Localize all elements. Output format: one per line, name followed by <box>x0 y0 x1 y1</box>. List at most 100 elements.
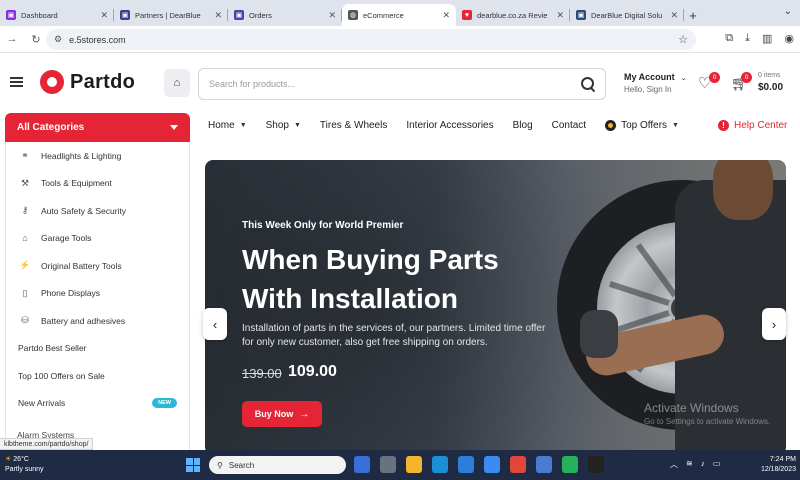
browser-tab[interactable]: ▣ Orders ✕ <box>228 4 342 26</box>
cart-items: 0 items <box>758 72 781 79</box>
edge-icon[interactable] <box>432 456 448 473</box>
product-search <box>198 68 606 100</box>
browser-tab[interactable]: ▣ Dashboard ✕ <box>0 4 114 26</box>
address-bar[interactable]: ⚙ e.5stores.com ☆ <box>46 29 696 50</box>
reload-icon[interactable]: ↻ <box>24 33 48 46</box>
back-icon[interactable]: → <box>0 33 24 45</box>
widgets-app-icon[interactable] <box>354 456 370 473</box>
nav-shop-label: Shop <box>265 120 289 131</box>
hamburger-menu-icon[interactable] <box>10 77 23 87</box>
wifi-icon[interactable]: ≋ <box>686 459 693 470</box>
tab-favicon-icon: ▣ <box>234 10 244 20</box>
tab-title: dearblue.co.za Revie <box>477 10 548 20</box>
all-categories-button[interactable]: All Categories <box>5 113 190 142</box>
activate-windows-subtext: Go to Settings to activate Windows. <box>644 417 771 426</box>
close-tab-icon[interactable]: ✕ <box>556 10 564 21</box>
new-tab-button[interactable]: + <box>684 4 702 26</box>
windows-taskbar: ☀ 26°C Partly sunny ⚲ Search ︿ ≋ ♪ ▭ 7:24… <box>0 450 800 480</box>
tab-search-icon[interactable]: ⌄ <box>784 6 792 17</box>
tray-overflow-icon[interactable]: ︿ <box>670 459 678 470</box>
close-tab-icon[interactable]: ✕ <box>442 10 450 21</box>
nav-tires-label: Tires & Wheels <box>319 120 388 131</box>
nav-home[interactable]: Home ▼ <box>208 120 247 131</box>
slider-prev-button[interactable]: ‹ <box>203 308 227 340</box>
browser-tab[interactable]: ♥ dearblue.co.za Revie ✕ <box>456 4 570 26</box>
tab-title: Partners | DearBlue <box>135 10 201 20</box>
nav-shop[interactable]: Shop ▼ <box>266 120 301 131</box>
close-tab-icon[interactable]: ✕ <box>100 10 108 21</box>
nav-blog[interactable]: Blog <box>513 120 533 131</box>
nav-top-offers[interactable]: Top Offers ▼ <box>605 120 679 131</box>
profile-icon[interactable]: ◉ <box>784 32 794 45</box>
settings-app-icon[interactable] <box>588 456 604 473</box>
volume-icon[interactable]: ♪ <box>701 459 705 470</box>
app-icon[interactable] <box>484 456 500 473</box>
clock[interactable]: 7:24 PM 12/18/2023 <box>761 455 796 475</box>
help-center-link[interactable]: ! Help Center <box>718 120 787 131</box>
main-nav: Home ▼ Shop ▼ Tires & Wheels Interior Acce… <box>208 120 698 131</box>
teams-icon[interactable] <box>536 456 552 473</box>
category-label: Battery and adhesives <box>41 315 126 326</box>
category-label: Auto Safety & Security <box>41 205 127 216</box>
browser-tab[interactable]: ◍ eCommerce ✕ <box>342 4 456 26</box>
category-item[interactable]: ⚭ Headlights & Lighting <box>6 142 189 170</box>
category-icon: ⚷ <box>21 205 29 216</box>
category-item[interactable]: Partdo Best Seller <box>6 335 189 363</box>
slider-next-button[interactable]: › <box>762 308 786 340</box>
buy-now-button[interactable]: Buy Now → <box>242 401 322 427</box>
dropdown-caret-icon: ▼ <box>293 122 301 129</box>
hero-banner[interactable]: This Week Only for World Premier When Bu… <box>205 160 786 455</box>
garage-icon[interactable]: ⌂ <box>164 69 190 97</box>
category-icon: ▯ <box>22 287 28 298</box>
bookmark-star-icon[interactable]: ☆ <box>678 33 688 46</box>
search-icon[interactable] <box>581 77 595 91</box>
url-text: e.5stores.com <box>69 34 126 45</box>
site-logo[interactable]: Partdo <box>40 70 135 94</box>
category-label: Original Battery Tools <box>41 260 122 271</box>
account-title: My Account <box>624 72 675 82</box>
nav-contact[interactable]: Contact <box>552 120 586 131</box>
category-item[interactable]: ⌂ Garage Tools <box>6 225 189 253</box>
category-item[interactable]: ⛁ Battery and adhesives <box>6 307 189 335</box>
my-account[interactable]: My Account ⌄ Hello, Sign In <box>624 72 687 94</box>
search-input[interactable] <box>209 79 581 89</box>
windows-start-icon[interactable] <box>186 458 200 472</box>
sidepanel-icon[interactable]: ▥ <box>762 32 772 45</box>
whatsapp-icon[interactable] <box>562 456 578 473</box>
category-item[interactable]: Top 100 Offers on Sale <box>6 362 189 390</box>
nav-contact-label: Contact <box>551 120 587 131</box>
taskbar-search[interactable]: ⚲ Search <box>209 456 346 474</box>
nav-interior-accessories[interactable]: Interior Accessories <box>406 120 493 131</box>
close-tab-icon[interactable]: ✕ <box>214 10 222 21</box>
category-item[interactable]: New Arrivals NEW <box>6 390 189 418</box>
nav-home-label: Home <box>208 120 235 131</box>
close-tab-icon[interactable]: ✕ <box>670 10 678 21</box>
category-label: Headlights & Lighting <box>41 150 122 161</box>
category-label: Garage Tools <box>41 233 92 244</box>
category-item[interactable]: ⚡ Original Battery Tools <box>6 252 189 280</box>
all-categories-label: All Categories <box>17 122 85 133</box>
status-link-preview: klbtheme.com/partdo/shop/ <box>0 438 94 450</box>
weather-widget[interactable]: ☀ 26°C Partly sunny <box>5 455 44 475</box>
extensions-icon[interactable]: ⧉ <box>725 32 733 45</box>
new-badge: NEW <box>152 398 177 409</box>
category-item[interactable]: ⚒ Tools & Equipment <box>6 170 189 198</box>
category-item[interactable]: ⚷ Auto Safety & Security <box>6 197 189 225</box>
cart-summary[interactable]: 0 items $0.00 <box>758 72 783 93</box>
browser-tab[interactable]: ▣ Partners | DearBlue ✕ <box>114 4 228 26</box>
category-icon: ⌂ <box>22 233 28 244</box>
store-icon[interactable] <box>458 456 474 473</box>
battery-icon[interactable]: ▭ <box>713 459 721 470</box>
nav-top-offers-label: Top Offers <box>621 120 668 131</box>
nav-blog-label: Blog <box>512 120 533 131</box>
nav-interior-label: Interior Accessories <box>406 120 494 131</box>
download-icon[interactable]: ⤓ <box>745 32 750 45</box>
nav-tires-wheels[interactable]: Tires & Wheels <box>320 120 387 131</box>
task-view-icon[interactable] <box>380 456 396 473</box>
file-explorer-icon[interactable] <box>406 456 422 473</box>
category-item[interactable]: ▯ Phone Displays <box>6 280 189 308</box>
close-tab-icon[interactable]: ✕ <box>328 10 336 21</box>
browser-tab[interactable]: ▣ DearBlue Digital Solu ✕ <box>570 4 684 26</box>
site-info-icon[interactable]: ⚙ <box>54 34 62 45</box>
chrome-icon[interactable] <box>510 456 526 473</box>
